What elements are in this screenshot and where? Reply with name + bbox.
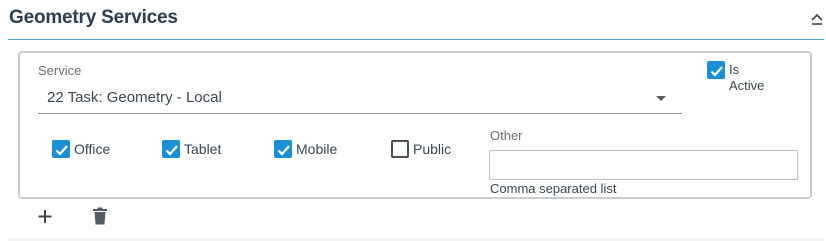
public-label: Public: [413, 141, 452, 157]
other-input[interactable]: [489, 150, 798, 180]
geometry-services-panel: Geometry Services Service 22 Task: Geome…: [0, 0, 826, 241]
is-active-checkbox[interactable]: [707, 61, 725, 79]
other-label: Other: [490, 128, 523, 143]
trash-icon: [93, 207, 107, 225]
service-select[interactable]: 22 Task: Geometry - Local: [38, 84, 682, 114]
office-checkbox[interactable]: [52, 140, 70, 158]
checkmark-icon: [710, 66, 723, 77]
chevron-up-icon[interactable]: [810, 11, 824, 27]
tablet-label: Tablet: [184, 141, 222, 157]
checkmark-icon: [165, 145, 178, 156]
is-active-label: Is Active: [729, 62, 779, 94]
is-active-label-line1: Is: [729, 62, 740, 77]
mobile-label: Mobile: [296, 141, 338, 157]
delete-button[interactable]: [92, 207, 108, 225]
service-selected-value: 22 Task: Geometry - Local: [47, 89, 222, 106]
section-title: Geometry Services: [9, 7, 178, 28]
add-button[interactable]: [36, 207, 54, 225]
public-checkbox[interactable]: [391, 140, 409, 158]
caret-down-icon: [656, 96, 666, 101]
checkmark-icon: [277, 145, 290, 156]
service-label: Service: [38, 63, 82, 78]
other-hint: Comma separated list: [490, 181, 617, 196]
tablet-checkbox[interactable]: [162, 140, 180, 158]
office-label: Office: [74, 141, 111, 157]
plus-icon: [38, 210, 52, 223]
checkmark-icon: [55, 145, 68, 156]
is-active-label-line2: Active: [729, 78, 765, 93]
section-header: Geometry Services: [8, 0, 824, 40]
mobile-checkbox[interactable]: [274, 140, 292, 158]
